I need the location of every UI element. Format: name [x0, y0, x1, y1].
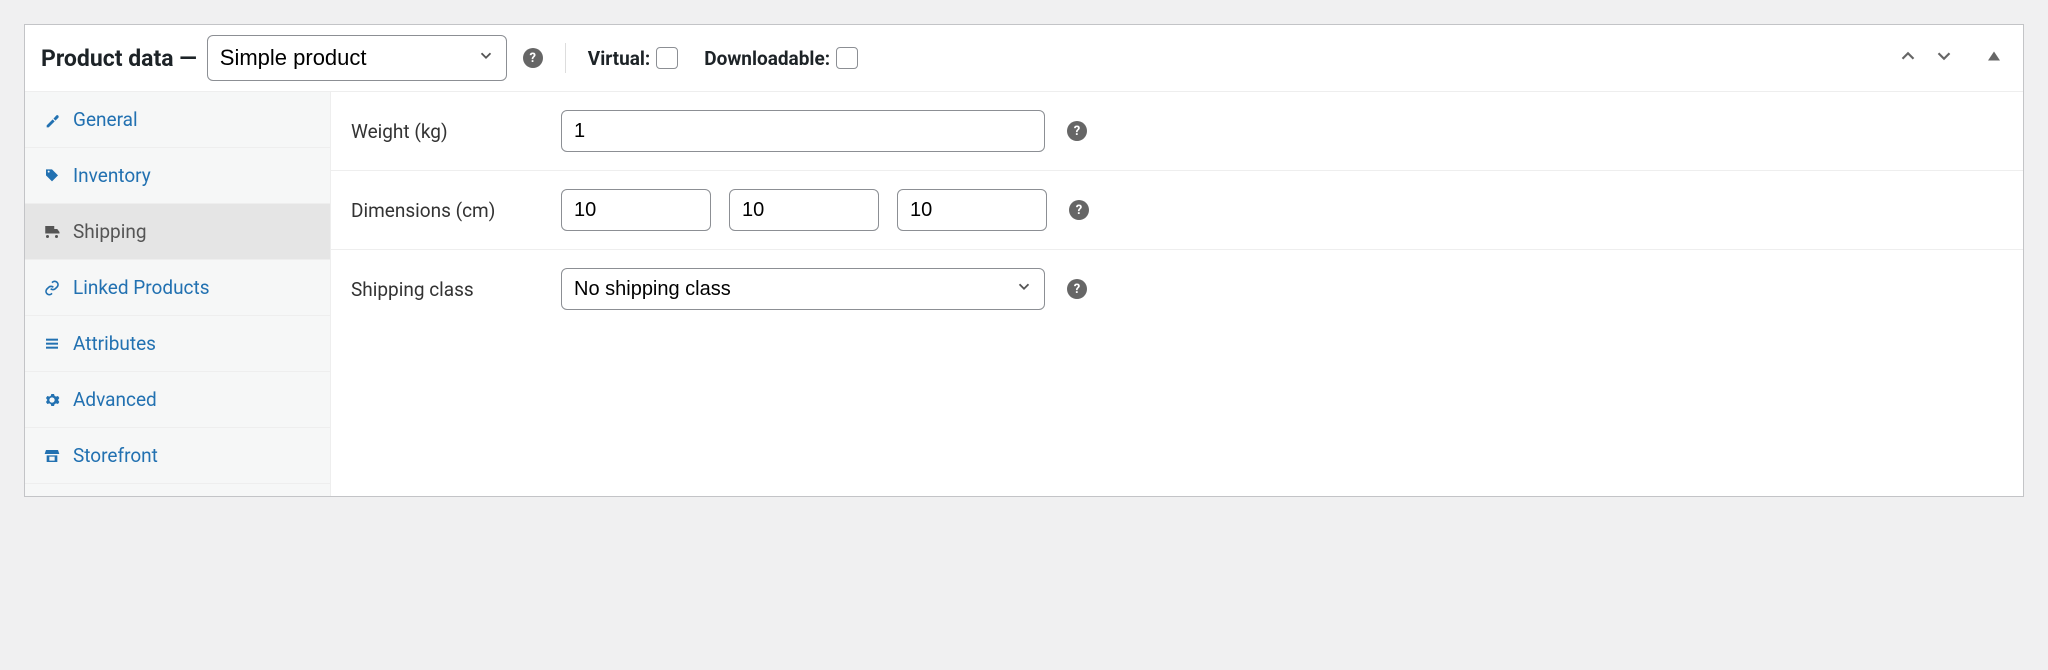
truck-icon: [43, 223, 61, 241]
help-icon[interactable]: ?: [1067, 279, 1087, 299]
help-icon[interactable]: ?: [523, 48, 543, 68]
move-down-icon[interactable]: [1929, 41, 1959, 76]
downloadable-toggle[interactable]: Downloadable:: [704, 47, 858, 70]
divider: [565, 43, 566, 73]
weight-input[interactable]: [561, 110, 1045, 152]
list-icon: [43, 336, 61, 352]
virtual-toggle[interactable]: Virtual:: [588, 47, 678, 70]
length-input[interactable]: [561, 189, 711, 231]
gear-icon: [43, 392, 61, 408]
help-icon[interactable]: ?: [1069, 200, 1089, 220]
tab-content: Weight (kg) ? Dimensions (cm) ? Shipping…: [331, 92, 2023, 496]
tag-icon: [43, 168, 61, 184]
tab-general[interactable]: General: [25, 92, 330, 148]
tab-label: Attributes: [73, 332, 156, 355]
virtual-checkbox[interactable]: [656, 47, 678, 69]
dimensions-label: Dimensions (cm): [351, 199, 561, 222]
tab-label: Storefront: [73, 444, 158, 467]
tab-label: General: [73, 108, 138, 131]
tab-shipping[interactable]: Shipping: [25, 204, 330, 260]
product-type-select[interactable]: Simple product: [207, 35, 507, 81]
tabs-list: General Inventory Shipping Linked Produc…: [25, 92, 331, 496]
move-up-icon[interactable]: [1893, 41, 1923, 76]
product-type-select-wrap: Simple product: [207, 35, 507, 81]
tab-inventory[interactable]: Inventory: [25, 148, 330, 204]
wrench-icon: [43, 112, 61, 128]
tab-label: Advanced: [73, 388, 157, 411]
tab-advanced[interactable]: Advanced: [25, 372, 330, 428]
panel-title: Product data —: [41, 45, 197, 72]
product-data-panel: Product data — Simple product ? Virtual:…: [24, 24, 2024, 497]
tab-attributes[interactable]: Attributes: [25, 316, 330, 372]
collapse-icon[interactable]: [1981, 43, 2007, 74]
panel-header-actions: [1893, 41, 2007, 76]
weight-label: Weight (kg): [351, 120, 561, 143]
help-icon[interactable]: ?: [1067, 121, 1087, 141]
shipping-class-select[interactable]: No shipping class: [561, 268, 1045, 310]
panel-header: Product data — Simple product ? Virtual:…: [25, 25, 2023, 92]
downloadable-checkbox[interactable]: [836, 47, 858, 69]
tab-label: Shipping: [73, 220, 147, 243]
width-input[interactable]: [729, 189, 879, 231]
tab-linked-products[interactable]: Linked Products: [25, 260, 330, 316]
tab-label: Linked Products: [73, 276, 210, 299]
virtual-label: Virtual:: [588, 47, 650, 70]
panel-body: General Inventory Shipping Linked Produc…: [25, 92, 2023, 496]
dimensions-row: Dimensions (cm) ?: [331, 171, 2023, 250]
shipping-class-label: Shipping class: [351, 278, 561, 301]
downloadable-label: Downloadable:: [704, 47, 830, 70]
store-icon: [43, 448, 61, 464]
height-input[interactable]: [897, 189, 1047, 231]
link-icon: [43, 280, 61, 296]
weight-row: Weight (kg) ?: [331, 92, 2023, 171]
tab-label: Inventory: [73, 164, 151, 187]
tab-storefront[interactable]: Storefront: [25, 428, 330, 484]
shipping-class-row: Shipping class No shipping class ?: [331, 250, 2023, 328]
